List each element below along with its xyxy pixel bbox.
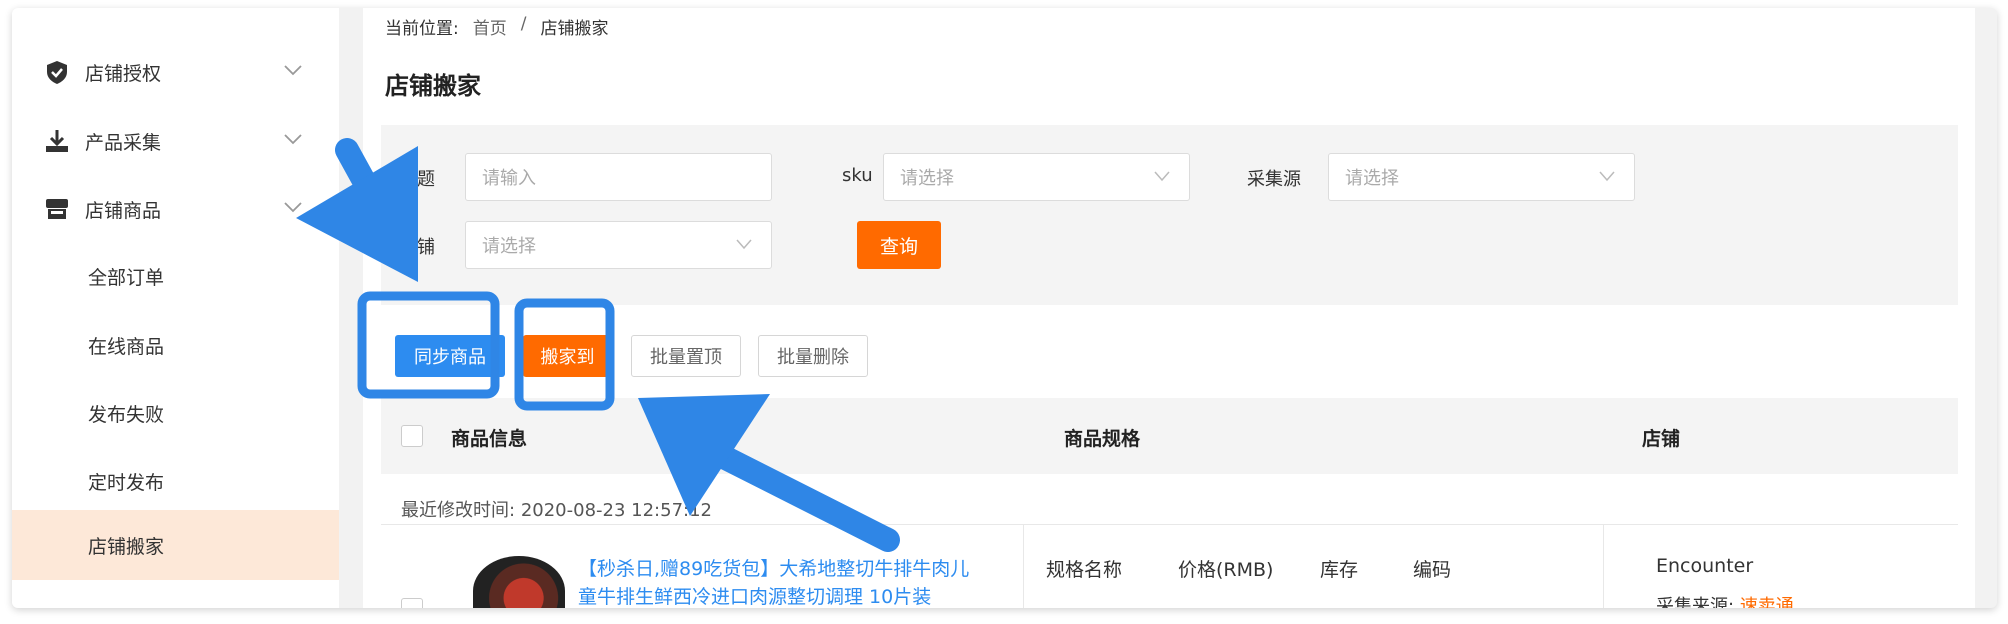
sidebar-subitem-label: 店铺搬家 [88, 535, 165, 558]
chevron-down-icon [284, 202, 302, 213]
sidebar-item-label: 产品采集 [85, 131, 162, 154]
last-modified-label: 最近修改时间: [401, 500, 516, 521]
breadcrumb-current: 店铺搬家 [540, 19, 609, 39]
page-title: 店铺搬家 [385, 72, 481, 100]
collect-source-value[interactable]: 速卖通 [1740, 596, 1794, 608]
source-select-placeholder: 请选择 [1345, 168, 1399, 189]
chevron-down-icon [284, 134, 302, 145]
title-filter-label: 标题 [399, 169, 435, 190]
breadcrumb-home-link[interactable]: 首页 [473, 14, 507, 39]
source-select[interactable]: 请选择 [1328, 153, 1635, 201]
sidebar-item-label: 店铺商品 [85, 199, 162, 222]
title-input-placeholder: 请输入 [482, 168, 536, 189]
sidebar-item-shop-products[interactable]: 店铺商品 [12, 176, 339, 242]
last-modified: 最近修改时间: 2020-08-23 12:57:12 [401, 496, 712, 522]
chevron-down-icon [1599, 171, 1615, 182]
sidebar-item-label: 店铺授权 [85, 62, 162, 85]
sidebar-item-product-collection[interactable]: 产品采集 [12, 108, 339, 174]
download-icon [46, 130, 68, 152]
row-divider [381, 524, 1958, 525]
sku-select[interactable]: 请选择 [883, 153, 1190, 201]
source-filter-label: 采集源 [1247, 169, 1301, 190]
batch-pin-button[interactable]: 批量置顶 [631, 335, 741, 377]
table-header: 商品信息 商品规格 店铺 [381, 398, 1958, 474]
row-checkbox[interactable] [401, 598, 423, 608]
sidebar-subitem-publish-failed[interactable]: 发布失败 [12, 380, 339, 446]
sidebar: 店铺授权 产品采集 店铺商品 全部订单 在线商品 发布失败 定时发布 店铺搬家 [12, 8, 339, 608]
product-title-link[interactable]: 【秒杀日,赠89吃货包】大希地整切牛排牛肉儿童牛排生鲜西冷进口肉源整切调理 10… [578, 555, 978, 608]
batch-delete-button[interactable]: 批量删除 [758, 335, 868, 377]
shield-check-icon [47, 61, 67, 84]
title-input[interactable]: 请输入 [465, 153, 772, 201]
sidebar-subitem-scheduled-publish[interactable]: 定时发布 [12, 448, 339, 514]
sidebar-item-shop-authorization[interactable]: 店铺授权 [12, 39, 339, 105]
sidebar-subitem-label: 在线商品 [88, 335, 165, 358]
column-header-product-info: 商品信息 [451, 428, 528, 450]
spec-header-code: 编码 [1413, 559, 1452, 581]
sync-products-button[interactable]: 同步商品 [395, 335, 505, 377]
shop-name: Encounter [1656, 555, 1754, 577]
move-to-button[interactable]: 搬家到 [523, 335, 612, 377]
sidebar-subitem-label: 发布失败 [88, 403, 165, 426]
last-modified-value: 2020-08-23 12:57:12 [520, 500, 712, 521]
shop-select[interactable]: 请选择 [465, 221, 772, 269]
sidebar-subitem-all-orders[interactable]: 全部订单 [12, 243, 339, 309]
column-header-product-spec: 商品规格 [1064, 428, 1141, 450]
spec-header-price: 价格(RMB) [1178, 559, 1274, 581]
chevron-down-icon [284, 65, 302, 76]
column-divider [1603, 524, 1604, 608]
filter-panel: 标题 请输入 sku 请选择 采集源 请选择 店铺 请选择 查询 [381, 125, 1958, 305]
select-all-checkbox[interactable] [401, 425, 423, 447]
shop-select-placeholder: 请选择 [482, 236, 536, 257]
chevron-down-icon [736, 239, 752, 250]
main-content: 当前位置: 首页 / 店铺搬家 店铺搬家 标题 请输入 sku 请选择 采集源 … [363, 8, 1975, 608]
column-divider [1023, 524, 1024, 608]
spec-header-stock: 库存 [1320, 559, 1359, 581]
spec-header-name: 规格名称 [1046, 559, 1123, 581]
collect-source: 采集来源: 速卖通 [1656, 592, 1794, 608]
breadcrumb: 当前位置: 首页 / 店铺搬家 [385, 14, 608, 39]
sidebar-subitem-online-products[interactable]: 在线商品 [12, 312, 339, 378]
sku-select-placeholder: 请选择 [900, 168, 954, 189]
collect-source-label: 采集来源: [1656, 596, 1735, 608]
sidebar-subitem-shop-move[interactable]: 店铺搬家 [12, 510, 339, 580]
breadcrumb-label: 当前位置: [385, 19, 459, 39]
sidebar-subitem-label: 定时发布 [88, 471, 165, 494]
store-icon [46, 199, 68, 219]
query-button[interactable]: 查询 [857, 221, 941, 269]
chevron-down-icon [1154, 171, 1170, 182]
product-image[interactable] [473, 556, 565, 608]
app-window: 店铺授权 产品采集 店铺商品 全部订单 在线商品 发布失败 定时发布 店铺搬家 … [12, 8, 1997, 608]
shop-filter-label: 店铺 [399, 237, 435, 258]
column-header-shop: 店铺 [1642, 428, 1681, 450]
breadcrumb-separator: / [520, 14, 527, 34]
sku-filter-label: sku [842, 165, 873, 186]
sidebar-subitem-label: 全部订单 [88, 266, 165, 289]
